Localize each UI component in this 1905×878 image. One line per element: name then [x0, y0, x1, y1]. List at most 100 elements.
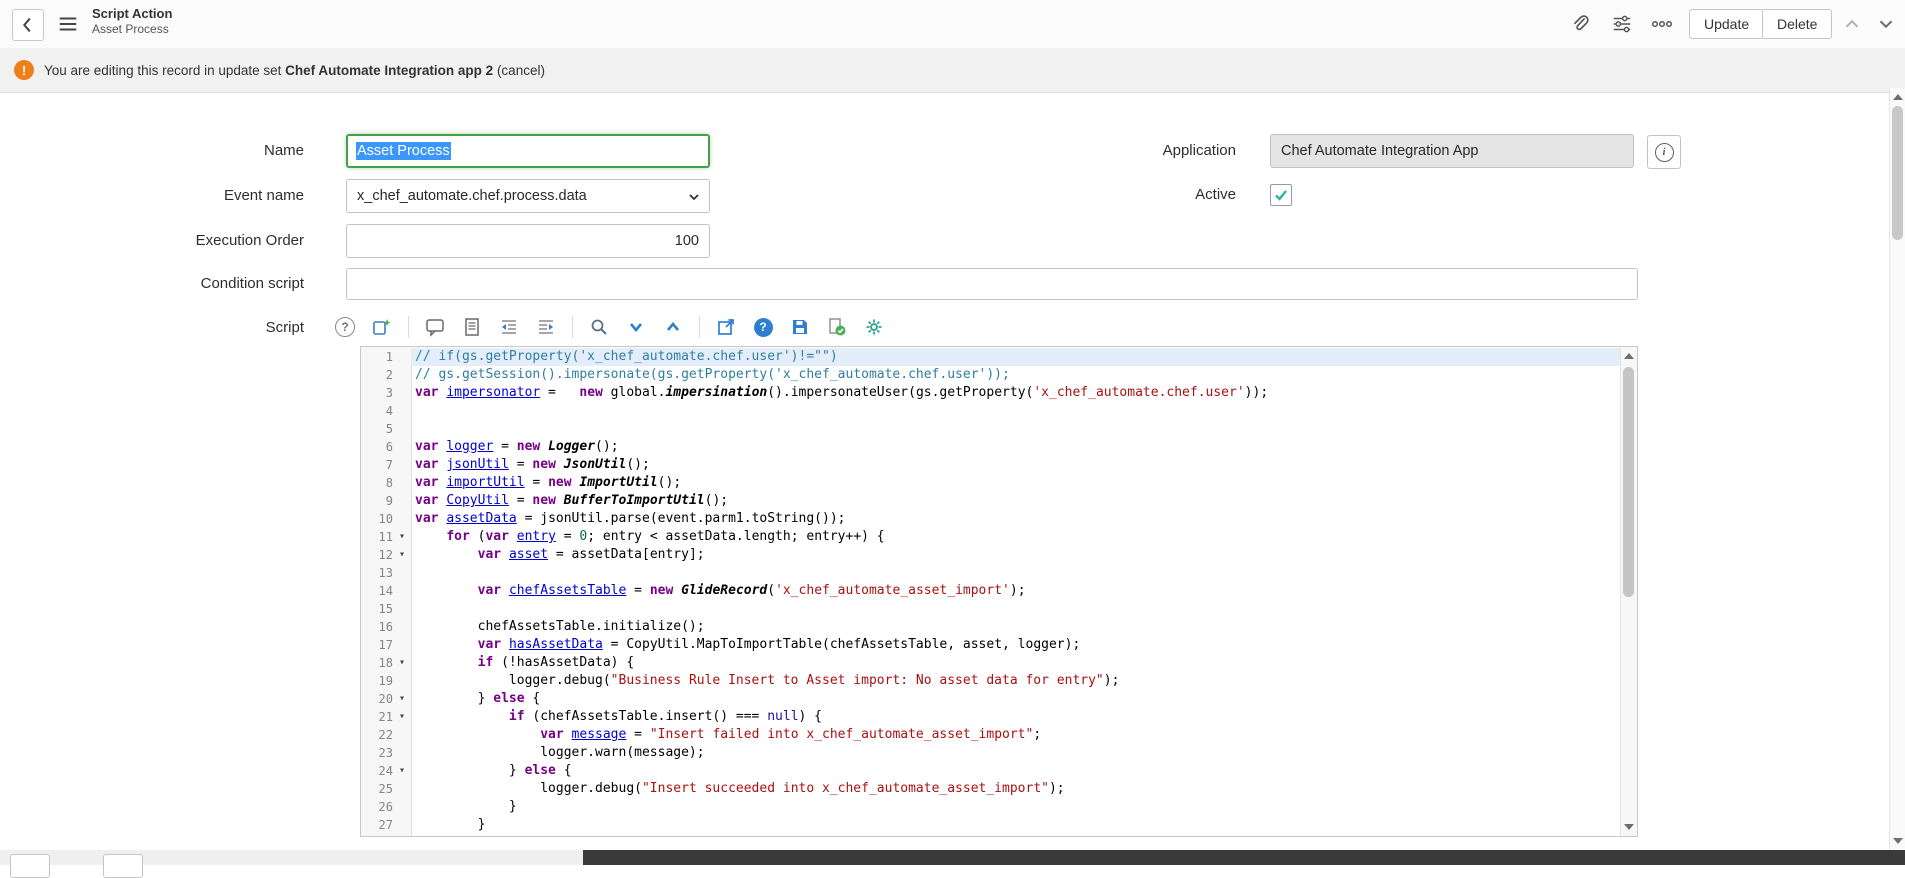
line-number: 18 [361, 654, 393, 672]
indent-left-icon[interactable] [498, 316, 520, 338]
fold-gutter [393, 474, 411, 492]
indent-right-icon[interactable] [535, 316, 557, 338]
fold-gutter [393, 384, 411, 402]
code-line[interactable]: 23 logger.warn(message); [361, 744, 1620, 762]
active-label: Active [986, 185, 1236, 205]
active-checkbox[interactable] [1270, 184, 1292, 206]
line-number: 24 [361, 762, 393, 780]
code-line[interactable]: 4 [361, 402, 1620, 420]
fold-marker-icon[interactable]: ▾ [393, 762, 411, 780]
code-line[interactable]: 15 [361, 600, 1620, 618]
footer-delete-button[interactable] [103, 854, 143, 878]
page-scrollbar[interactable] [1889, 88, 1905, 850]
update-button[interactable]: Update [1689, 9, 1764, 39]
footer-update-button[interactable] [10, 854, 50, 878]
more-options-button[interactable] [1650, 12, 1674, 36]
fold-gutter [393, 798, 411, 816]
toolbar-separator [699, 316, 700, 338]
open-window-icon[interactable] [715, 316, 737, 338]
code-line[interactable]: 27 } [361, 816, 1620, 834]
save-icon[interactable] [789, 316, 811, 338]
fold-marker-icon[interactable]: ▾ [393, 708, 411, 726]
fold-gutter [393, 726, 411, 744]
code-line[interactable]: 14 var chefAssetsTable = new GlideRecord… [361, 582, 1620, 600]
code-line[interactable]: 8var importUtil = new ImportUtil(); [361, 474, 1620, 492]
code-line[interactable]: 1// if(gs.getProperty('x_chef_automate.c… [361, 348, 1620, 366]
fold-marker-icon[interactable]: ▾ [393, 528, 411, 546]
line-number: 23 [361, 744, 393, 762]
fold-gutter [393, 564, 411, 582]
info-icon: i [1655, 143, 1674, 162]
code-text: if (chefAssetsTable.insert() === null) { [411, 708, 1620, 726]
api-help-icon[interactable]: ? [752, 316, 774, 338]
fold-gutter [393, 456, 411, 474]
execution-order-label: Execution Order [54, 224, 304, 258]
code-line[interactable]: 9var CopyUtil = new BufferToImportUtil()… [361, 492, 1620, 510]
back-button[interactable] [12, 9, 44, 41]
attachments-button[interactable] [1568, 12, 1592, 36]
script-editor[interactable]: 1// if(gs.getProperty('x_chef_automate.c… [360, 346, 1638, 837]
search-icon[interactable] [588, 316, 610, 338]
previous-record-button[interactable] [1840, 12, 1864, 36]
page-scroll-down-arrow[interactable] [1893, 838, 1903, 844]
scroll-up-arrow[interactable] [1624, 353, 1634, 359]
comment-toggle-icon[interactable] [424, 316, 446, 338]
code-line[interactable]: 19 logger.debug("Business Rule Insert to… [361, 672, 1620, 690]
code-line[interactable]: 16 chefAssetsTable.initialize(); [361, 618, 1620, 636]
editor-scrollbar-thumb[interactable] [1623, 367, 1634, 597]
code-line[interactable]: 21▾ if (chefAssetsTable.insert() === nul… [361, 708, 1620, 726]
editor-scrollbar[interactable] [1620, 347, 1637, 836]
event-name-select[interactable]: x_chef_automate.chef.process.data [346, 179, 710, 213]
editor-preferences-icon[interactable] [863, 316, 885, 338]
code-line[interactable]: 25 logger.debug("Insert succeeded into x… [361, 780, 1620, 798]
expand-all-icon[interactable] [625, 316, 647, 338]
code-line[interactable]: 10var assetData = jsonUtil.parse(event.p… [361, 510, 1620, 528]
application-info-button[interactable]: i [1647, 135, 1681, 169]
execution-order-input[interactable]: 100 [346, 224, 710, 258]
toolbar-separator [408, 316, 409, 338]
next-record-button[interactable] [1874, 12, 1898, 36]
page-scroll-up-arrow[interactable] [1893, 94, 1903, 100]
scroll-down-arrow[interactable] [1624, 824, 1634, 830]
code-line[interactable]: 3var impersonator = new global.impersina… [361, 384, 1620, 402]
code-line[interactable]: 7var jsonUtil = new JsonUtil(); [361, 456, 1620, 474]
menu-icon[interactable] [56, 12, 80, 36]
page-scrollbar-thumb[interactable] [1892, 106, 1903, 240]
code-line[interactable]: 22 var message = "Insert failed into x_c… [361, 726, 1620, 744]
help-icon[interactable]: ? [334, 316, 356, 338]
code-line[interactable]: 13 [361, 564, 1620, 582]
code-line[interactable]: 5 [361, 420, 1620, 438]
code-line[interactable]: 11▾ for (var entry = 0; entry < assetDat… [361, 528, 1620, 546]
select-chevron-icon [687, 190, 701, 204]
delete-button[interactable]: Delete [1762, 9, 1832, 39]
fold-marker-icon[interactable]: ▾ [393, 654, 411, 672]
personalize-form-button[interactable] [1610, 12, 1634, 36]
code-line[interactable]: 18▾ if (!hasAssetData) { [361, 654, 1620, 672]
code-line[interactable]: 17 var hasAssetData = CopyUtil.MapToImpo… [361, 636, 1620, 654]
code-lines: 1// if(gs.getProperty('x_chef_automate.c… [361, 348, 1620, 834]
condition-script-input[interactable] [346, 268, 1638, 300]
code-line[interactable]: 6var logger = new Logger(); [361, 438, 1620, 456]
code-text: var message = "Insert failed into x_chef… [411, 726, 1620, 744]
syntax-check-icon[interactable] [826, 316, 848, 338]
format-code-icon[interactable] [371, 316, 393, 338]
line-number: 4 [361, 402, 393, 420]
line-number: 25 [361, 780, 393, 798]
record-type: Script Action [92, 6, 172, 22]
collapse-all-icon[interactable] [662, 316, 684, 338]
fold-marker-icon[interactable]: ▾ [393, 690, 411, 708]
hamburger-icon [57, 13, 79, 35]
code-line[interactable]: 24▾ } else { [361, 762, 1620, 780]
name-input[interactable]: Asset Process [346, 134, 710, 168]
code-line[interactable]: 2// gs.getSession().impersonate(gs.getPr… [361, 366, 1620, 384]
cancel-link[interactable]: (cancel) [493, 63, 545, 78]
code-line[interactable]: 26 } [361, 798, 1620, 816]
line-number: 12 [361, 546, 393, 564]
code-line[interactable]: 20▾ } else { [361, 690, 1620, 708]
fold-gutter [393, 780, 411, 798]
fold-marker-icon[interactable]: ▾ [393, 546, 411, 564]
event-name-value: x_chef_automate.chef.process.data [357, 188, 587, 204]
code-text: for (var entry = 0; entry < assetData.le… [411, 528, 1620, 546]
code-line[interactable]: 12▾ var asset = assetData[entry]; [361, 546, 1620, 564]
document-lines-icon[interactable] [461, 316, 483, 338]
